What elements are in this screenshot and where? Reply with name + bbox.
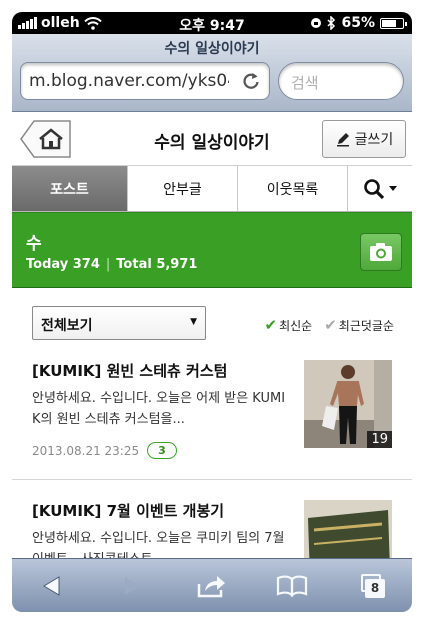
home-icon: [20, 120, 71, 158]
sort-options: ✔ 최신순 ✔ 최근덧글순: [265, 316, 394, 334]
dropdown-arrow-icon: ▼: [190, 317, 197, 327]
checkmark-icon: ✔: [264, 316, 278, 334]
visitor-stats: Today 374 | Total 5,971: [26, 257, 197, 272]
search-icon: [364, 178, 385, 199]
post-excerpt: 안녕하세요. 수입니다. 오늘은 어제 받은 KUMIK의 원빈 스테츄 커스텀…: [32, 391, 286, 427]
blog-header: 수의 일상이야기 글쓰기: [12, 112, 412, 166]
post-title[interactable]: [KUMIK] 7월 이벤트 개봉기: [32, 500, 224, 521]
post-item[interactable]: [KUMIK] 7월 이벤트 개봉기 안녕하세요. 수입니다. 오늘은 쿠미키 …: [12, 498, 412, 588]
sort-recent-comments-label: 최근덧글순: [338, 318, 394, 333]
stats-separator: |: [105, 257, 111, 272]
post-title[interactable]: [KUMIK] 원빈 스테츄 커스텀: [32, 360, 227, 381]
blogger-name: 수: [26, 234, 42, 254]
sort-latest[interactable]: ✔ 최신순: [265, 316, 313, 334]
back-arrow-icon: [43, 575, 60, 596]
tab-count: 8: [365, 578, 385, 598]
post-date: 2013.08.21 23:25: [32, 443, 140, 458]
category-select-value: 전체보기: [41, 318, 93, 334]
browser-toolbar: 8: [12, 558, 412, 612]
sort-recent-comments[interactable]: ✔ 최근덧글순: [324, 316, 394, 334]
blog-tabs: 포스트 안부글 이웃목록: [12, 166, 412, 212]
status-bar: olleh 오후 9:47 65%: [12, 12, 412, 34]
bluetooth-icon: [327, 16, 336, 30]
battery-percent: 65%: [341, 15, 375, 31]
write-button-label: 글쓰기: [354, 132, 394, 148]
tabs-button[interactable]: 8: [344, 566, 400, 606]
post-meta: 2013.08.21 23:25 3: [32, 442, 177, 459]
forward-button[interactable]: [104, 566, 160, 606]
pencil-icon: [336, 133, 349, 147]
home-button[interactable]: [20, 120, 72, 158]
category-select[interactable]: 전체보기 ▼: [32, 306, 206, 340]
browser-search-field[interactable]: 검색: [278, 62, 404, 100]
back-button[interactable]: [24, 566, 80, 606]
bookmarks-button[interactable]: [264, 566, 320, 606]
battery-icon: [380, 17, 407, 29]
browser-top-bar: 수의 일상이야기 m.blog.naver.com/yks04 검색: [12, 34, 412, 112]
camera-icon: [370, 243, 392, 261]
image-count: 19: [367, 431, 392, 448]
total-count: Total 5,971: [116, 257, 198, 272]
camera-button[interactable]: [360, 233, 402, 271]
bookmarks-icon: [276, 575, 308, 597]
tab-search-button[interactable]: [348, 166, 412, 211]
reload-icon[interactable]: [241, 71, 261, 91]
filter-row: 전체보기 ▼ ✔ 최신순 ✔ 최근덧글순: [12, 288, 412, 358]
tab-guestbook[interactable]: 안부글: [128, 166, 238, 211]
tabs-icon: 8: [359, 573, 385, 598]
url-field[interactable]: m.blog.naver.com/yks04: [20, 62, 270, 100]
share-icon: [197, 575, 225, 597]
comment-count-badge[interactable]: 3: [147, 442, 177, 459]
sort-latest-label: 최신순: [279, 318, 313, 333]
blog-profile-banner: 수 Today 374 | Total 5,971: [12, 212, 412, 288]
tab-posts[interactable]: 포스트: [12, 166, 128, 211]
share-button[interactable]: [184, 566, 240, 606]
lock-rotation-icon: [311, 18, 322, 28]
phone-screen: olleh 오후 9:47 65% 수의 일상이야기 m.blog.naver.…: [12, 12, 412, 612]
tab-neighbors[interactable]: 이웃목록: [238, 166, 348, 211]
checkmark-icon: ✔: [324, 316, 337, 334]
today-count: Today 374: [26, 257, 100, 272]
post-item[interactable]: [KUMIK] 원빈 스테츄 커스텀 안녕하세요. 수입니다. 오늘은 어제 받…: [12, 358, 412, 480]
forward-arrow-icon: [125, 576, 140, 595]
post-thumbnail[interactable]: 19: [304, 360, 392, 448]
browser-page-title: 수의 일상이야기: [164, 41, 260, 57]
url-text: m.blog.naver.com/yks04: [29, 71, 229, 91]
write-button[interactable]: 글쓰기: [322, 120, 406, 158]
browser-search-placeholder: 검색: [291, 74, 319, 92]
chevron-down-icon: [389, 185, 397, 191]
